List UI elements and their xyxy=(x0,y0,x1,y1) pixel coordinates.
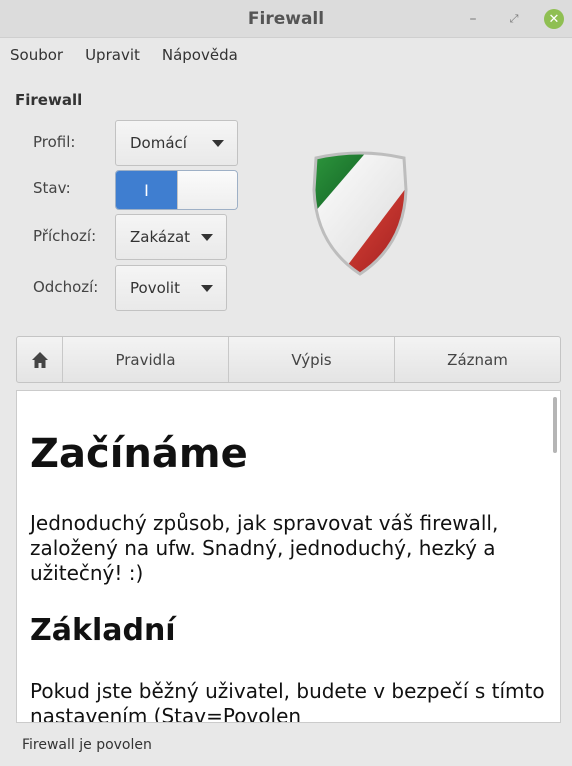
content-basic-text: Pokud jste běžný uživatel, budete v bezp… xyxy=(30,679,545,723)
menu-file[interactable]: Soubor xyxy=(10,46,63,64)
status-toggle[interactable]: I xyxy=(115,170,238,210)
profile-value: Domácí xyxy=(130,134,187,152)
outgoing-dropdown[interactable]: Povolit xyxy=(115,265,227,311)
maximize-icon: ⤢ xyxy=(509,12,519,25)
incoming-value: Zakázat xyxy=(130,228,191,246)
profile-label: Profil: xyxy=(33,133,76,151)
minimize-button[interactable]: – xyxy=(462,8,484,30)
incoming-dropdown[interactable]: Zakázat xyxy=(115,214,227,260)
menu-edit[interactable]: Upravit xyxy=(85,46,140,64)
tab-bar: Pravidla Výpis Záznam xyxy=(16,336,561,383)
outgoing-label: Odchozí: xyxy=(33,278,99,296)
chevron-down-icon xyxy=(201,285,213,292)
menu-bar: Soubor Upravit Nápověda xyxy=(0,38,572,71)
close-button[interactable]: ✕ xyxy=(543,8,565,30)
section-title: Firewall xyxy=(15,91,83,109)
chevron-down-icon xyxy=(212,140,224,147)
content-heading: Začínáme xyxy=(30,431,248,477)
outgoing-value: Povolit xyxy=(130,279,180,297)
profile-dropdown[interactable]: Domácí xyxy=(115,120,238,166)
title-bar: Firewall – ⤢ ✕ xyxy=(0,0,572,38)
chevron-down-icon xyxy=(201,234,213,241)
toggle-knob xyxy=(177,171,237,209)
status-label: Stav: xyxy=(33,179,71,197)
content-intro: Jednoduchý způsob, jak spravovat váš fir… xyxy=(30,511,499,585)
tab-rules[interactable]: Pravidla xyxy=(63,337,229,382)
status-bar-text: Firewall je povolen xyxy=(22,737,152,753)
tab-log[interactable]: Záznam xyxy=(395,337,560,382)
tab-report[interactable]: Výpis xyxy=(229,337,395,382)
help-content-pane[interactable]: Začínáme Jednoduchý způsob, jak spravova… xyxy=(16,390,561,723)
scrollbar[interactable] xyxy=(553,397,557,453)
firewall-shield-icon xyxy=(312,151,408,276)
maximize-button[interactable]: ⤢ xyxy=(503,8,525,30)
close-icon: ✕ xyxy=(544,9,564,29)
content-subheading: Základní xyxy=(30,613,176,648)
toggle-on-indicator: I xyxy=(116,171,177,209)
tab-home[interactable] xyxy=(17,337,63,382)
window-title: Firewall xyxy=(247,9,325,29)
menu-help[interactable]: Nápověda xyxy=(162,46,238,64)
incoming-label: Příchozí: xyxy=(33,227,97,245)
home-icon xyxy=(31,351,48,368)
minimize-icon: – xyxy=(469,11,477,27)
